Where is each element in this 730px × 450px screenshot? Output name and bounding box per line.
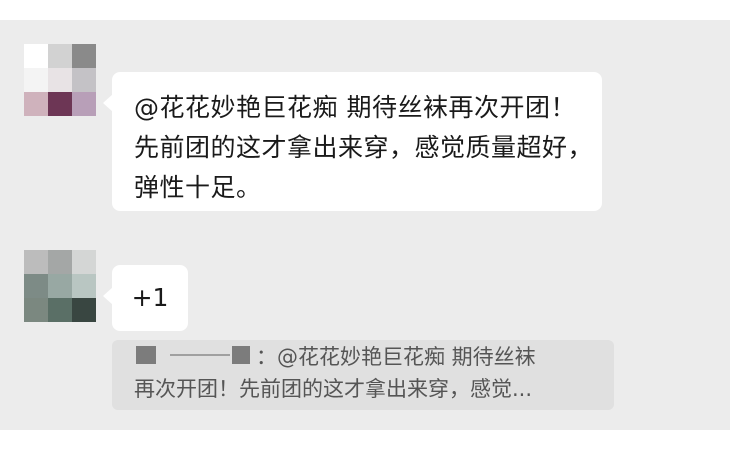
avatar-pixel (48, 274, 72, 298)
avatar-pixel (48, 44, 72, 68)
avatar-pixel (24, 92, 48, 116)
avatar-pixel (24, 298, 48, 322)
avatar-pixel (72, 44, 96, 68)
avatar-pixel (24, 68, 48, 92)
avatar-pixel (24, 274, 48, 298)
avatar-pixel (72, 68, 96, 92)
message-text: +1 (131, 283, 169, 312)
avatar-pixel (72, 250, 96, 274)
avatar-pixel (72, 274, 96, 298)
message-text: @花花妙艳巨花痴 期待丝袜再次开团！先前团的这才拿出来穿，感觉质量超好，弹性十足… (134, 93, 594, 202)
quoted-text-line: ：@花花妙艳巨花痴 期待丝袜 (134, 342, 536, 372)
quote-prefix: ： (256, 345, 277, 369)
avatar-pixel (72, 298, 96, 322)
avatar-pixel (48, 92, 72, 116)
quoted-text-line: 再次开团！先前团的这才拿出来穿，感觉... (134, 377, 533, 401)
avatar-pixel (48, 298, 72, 322)
avatar-pixel (24, 44, 48, 68)
quote-line-1: @花花妙艳巨花痴 期待丝袜 (277, 345, 536, 369)
avatar[interactable] (24, 44, 96, 116)
quoted-message[interactable]: ：@花花妙艳巨花痴 期待丝袜 再次开团！先前团的这才拿出来穿，感觉... (112, 340, 614, 410)
avatar-pixel (48, 250, 72, 274)
chat-area: @花花妙艳巨花痴 期待丝袜再次开团！先前团的这才拿出来穿，感觉质量超好，弹性十足… (0, 20, 730, 430)
message-bubble[interactable]: +1 (103, 265, 188, 331)
avatar[interactable] (24, 250, 96, 322)
avatar-pixel (72, 92, 96, 116)
message-bubble[interactable]: @花花妙艳巨花痴 期待丝袜再次开团！先前团的这才拿出来穿，感觉质量超好，弹性十足… (103, 72, 602, 211)
avatar-pixel (24, 250, 48, 274)
avatar-pixel (48, 68, 72, 92)
